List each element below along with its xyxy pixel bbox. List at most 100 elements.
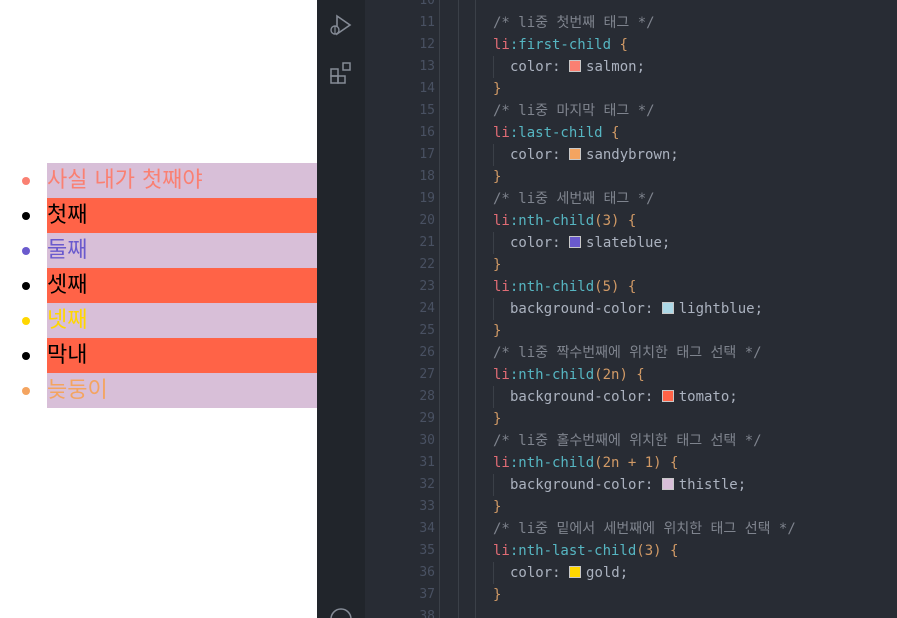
comment: /* li중 밑에서 세번째에 위치한 태그 선택 */ [493, 521, 796, 537]
argument: (2n + 1) [594, 455, 662, 471]
item-text: 셋째 [47, 273, 88, 298]
brace: } [493, 81, 502, 97]
pseudo-class: :first-child [509, 37, 612, 53]
argument: (3) [594, 213, 620, 229]
color-swatch[interactable] [661, 478, 674, 490]
comment: /* li중 짝수번째에 위치한 태그 선택 */ [493, 345, 762, 361]
selector: li [493, 367, 510, 383]
line-number: 11 [419, 15, 435, 30]
item-background [47, 268, 317, 303]
code-area[interactable]: /* li중 첫번째 태그 */ li :first-child { color:… [493, 0, 897, 618]
extensions-icon[interactable] [328, 60, 354, 86]
code-line: } [493, 254, 501, 276]
code-line: } [493, 166, 501, 188]
list-item: 막내 [0, 338, 317, 373]
code-line: li:nth-child(5) { [493, 276, 636, 298]
line-number: 23 [419, 279, 435, 294]
code-line: li:nth-child(2n + 1) { [493, 452, 678, 474]
indent-guide [458, 0, 459, 618]
color-swatch[interactable] [661, 302, 674, 314]
brace: } [493, 257, 502, 273]
code-line: } [493, 408, 501, 430]
property: color: [510, 235, 570, 251]
pseudo-class: :nth-child [509, 367, 595, 383]
code-line: /* li중 마지막 태그 */ [493, 100, 655, 122]
bullet-marker [22, 177, 30, 185]
color-swatch[interactable] [569, 566, 582, 578]
account-icon[interactable] [328, 606, 354, 618]
line-number-gutter: 10 11 12 13 14 15 16 17 18 19 20 21 22 23 24 25 26 27 28 29… [365, 0, 445, 618]
item-text: 사실 내가 첫째야 [47, 168, 203, 193]
line-number: 10 [419, 0, 435, 8]
bullet-marker [22, 352, 30, 360]
code-line: li:nth-child(3) { [493, 210, 636, 232]
bullet-marker [22, 212, 30, 220]
color-swatch[interactable] [569, 236, 582, 248]
indent-guide [475, 0, 476, 618]
selector: li [493, 279, 510, 295]
item-text: 늦둥이 [47, 378, 108, 403]
code-line: li:nth-child(2n) { [493, 364, 645, 386]
line-number: 26 [419, 345, 435, 360]
line-number: 14 [419, 81, 435, 96]
value: gold; [586, 565, 629, 581]
run-and-debug-icon[interactable] [328, 12, 354, 38]
line-number: 33 [419, 499, 435, 514]
line-number: 37 [419, 587, 435, 602]
code-line: background-color: thistle; [493, 474, 747, 496]
line-number: 29 [419, 411, 435, 426]
code-line: } [493, 496, 501, 518]
bullet-marker [22, 247, 30, 255]
item-background [47, 338, 317, 373]
selector: li [493, 543, 510, 559]
code-line: } [493, 584, 501, 606]
color-swatch[interactable] [569, 148, 582, 160]
code-line: color: gold; [493, 562, 629, 584]
selector: li [493, 455, 510, 471]
argument: (5) [594, 279, 620, 295]
line-number: 17 [419, 147, 435, 162]
comment: /* li중 마지막 태그 */ [493, 103, 655, 119]
line-number: 24 [419, 301, 435, 316]
line-number: 32 [419, 477, 435, 492]
line-number: 22 [419, 257, 435, 272]
code-line: background-color: tomato; [493, 386, 738, 408]
list-item: 사실 내가 첫째야 [0, 163, 317, 198]
line-number: 12 [419, 37, 435, 52]
comment: /* li중 홀수번째에 위치한 태그 선택 */ [493, 433, 762, 449]
pseudo-class: :nth-child [509, 279, 595, 295]
property: color: [510, 147, 570, 163]
property: background-color: [510, 389, 662, 405]
bullet-marker [22, 282, 30, 290]
property: background-color: [510, 301, 662, 317]
color-swatch[interactable] [661, 390, 674, 402]
code-line: /* li중 짝수번째에 위치한 태그 선택 */ [493, 342, 762, 364]
code-line: } [493, 320, 501, 342]
brace: { [627, 367, 645, 383]
brace: { [661, 455, 679, 471]
argument: (3) [636, 543, 662, 559]
brace: } [493, 323, 502, 339]
value: salmon; [586, 59, 646, 75]
bullet-marker [22, 387, 30, 395]
brace: { [619, 213, 637, 229]
code-editor[interactable]: 10 11 12 13 14 15 16 17 18 19 20 21 22 23 24 25 26 27 28 29… [317, 0, 897, 618]
line-number: 25 [419, 323, 435, 338]
brace: { [619, 279, 637, 295]
color-swatch[interactable] [569, 60, 582, 72]
indent-guide [439, 0, 440, 618]
property: color: [510, 59, 570, 75]
line-number: 36 [419, 565, 435, 580]
value: lightblue; [678, 301, 764, 317]
brace: { [661, 543, 679, 559]
code-line: li:last-child { [493, 122, 619, 144]
brace: } [493, 587, 502, 603]
item-background [47, 233, 317, 268]
code-line: color: sandybrown; [493, 144, 679, 166]
argument: (2n) [594, 367, 628, 383]
value: thistle; [678, 477, 747, 493]
code-line: /* li중 밑에서 세번째에 위치한 태그 선택 */ [493, 518, 796, 540]
code-line: /* li중 홀수번째에 위치한 태그 선택 */ [493, 430, 762, 452]
brace: } [493, 499, 502, 515]
comment: /* li중 첫번째 태그 */ [493, 15, 655, 31]
